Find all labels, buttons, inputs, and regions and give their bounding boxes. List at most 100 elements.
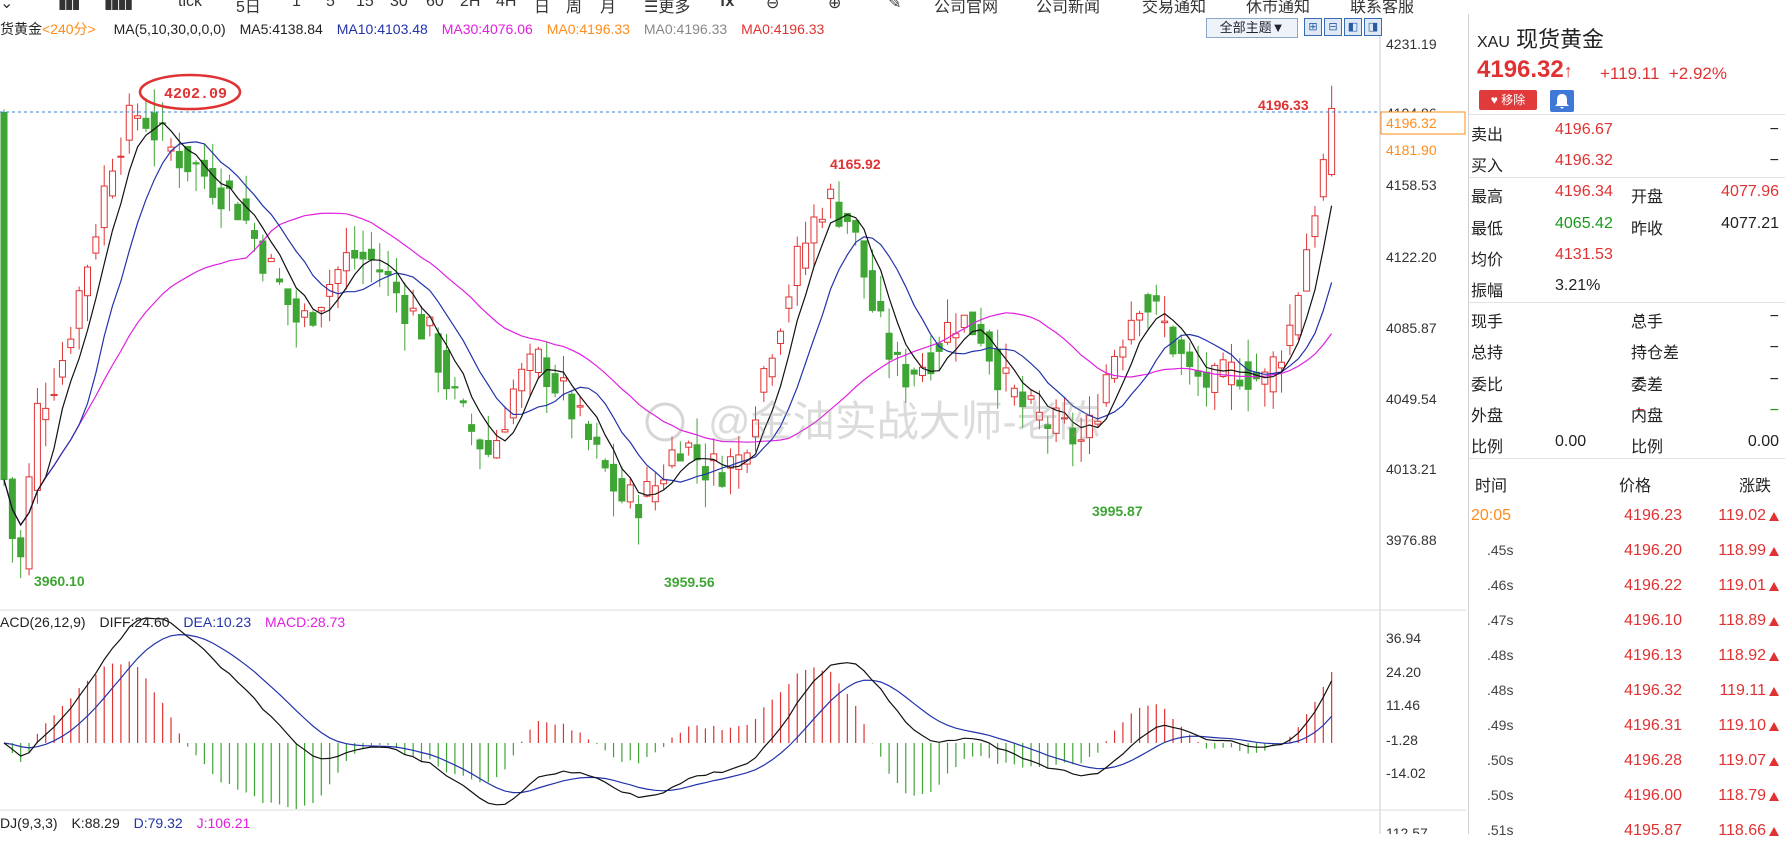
quote-row-value2: −: [1769, 121, 1779, 138]
tick-row[interactable]: 20:05 4196.23 119.02: [1469, 499, 1785, 534]
candle-body: [1278, 361, 1286, 369]
tick-row[interactable]: .46s 4196.22 119.01: [1469, 569, 1785, 604]
macd-info-bar: ACD(26,12,9) DIFF:24.60 DEA:10.23 MACD:2…: [0, 614, 355, 634]
low-left-label: 3960.10: [34, 573, 85, 589]
quote-row-label: 振幅: [1471, 283, 1504, 300]
tick-change: 119.07: [1695, 752, 1779, 770]
up-arrow-icon: [1769, 757, 1779, 766]
tick-row[interactable]: .47s 4196.10 118.89: [1469, 604, 1785, 639]
candle-body: [418, 314, 425, 340]
high-circle-label: 4202.09: [164, 86, 227, 103]
candle-body: [301, 310, 309, 318]
price-change: +119.11 +2.92%: [1600, 64, 1727, 84]
tick-col-time: 时间: [1475, 478, 1508, 495]
instrument-title: XAU 现货黄金: [1477, 22, 1604, 54]
candle-body: [777, 330, 785, 345]
candle-body: [317, 306, 325, 312]
candle-body: [1186, 351, 1194, 368]
kdj-axis-cut: 112.57: [1386, 825, 1428, 834]
tick-change-value: 118.99: [1718, 542, 1766, 559]
tick-time: .48s: [1487, 647, 1514, 663]
tick-change-value: 118.79: [1718, 787, 1766, 804]
candle-body: [392, 281, 400, 294]
tick-price: 4196.20: [1624, 542, 1682, 559]
low-mid-label: 3959.56: [664, 574, 715, 590]
candle-body: [17, 537, 25, 558]
tick-price: 4196.28: [1624, 752, 1682, 769]
kdj-label[interactable]: DJ(9,3,3): [0, 815, 58, 831]
tick-row[interactable]: .48s 4196.13 118.92: [1469, 639, 1785, 674]
tick-row[interactable]: .50s 4196.00 118.79: [1469, 779, 1785, 814]
quote-row: 最低 4065.42 昨收 4077.21: [1469, 210, 1785, 241]
candle-body: [1102, 374, 1110, 404]
candle-body: [284, 288, 292, 306]
candle-body: [576, 405, 584, 408]
quote-panel: XAU 现货黄金 4196.32↑ +119.11 +2.92% ♥ 移除 卖出…: [1468, 14, 1785, 839]
j-value: J:106.21: [196, 815, 251, 831]
tick-row[interactable]: .45s 4196.20 118.99: [1469, 534, 1785, 569]
quote-row-label: 卖出: [1471, 127, 1504, 144]
candle-body: [192, 162, 200, 165]
candle-body: [877, 300, 885, 312]
candle-body: [92, 236, 100, 254]
quote-row-label: 外盘: [1471, 407, 1504, 425]
candle-body: [910, 369, 918, 375]
candle-body: [1161, 320, 1169, 324]
change-value: +119.11: [1600, 64, 1660, 83]
macd-label[interactable]: ACD(26,12,9): [0, 614, 86, 630]
up-arrow-icon: [1769, 582, 1779, 591]
quote-row-value2: −: [1769, 370, 1779, 388]
candle-body: [434, 333, 442, 373]
candle-body: [585, 423, 592, 441]
up-arrow-icon: [1769, 547, 1779, 556]
candle-body: [292, 298, 300, 323]
candle-body: [1144, 294, 1152, 313]
tick-row[interactable]: .49s 4196.31 119.10: [1469, 709, 1785, 744]
tick-row[interactable]: .51s 4195.87 118.66: [1469, 814, 1785, 849]
dea-line: [3, 633, 1333, 794]
up-arrow-icon: [1769, 687, 1779, 696]
tick-row[interactable]: .48s 4196.32 119.11: [1469, 674, 1785, 709]
tick-col-change: 涨跌: [1739, 478, 1772, 495]
last-high-label: 4196.33: [1258, 97, 1309, 113]
candle-body: [1294, 294, 1302, 336]
quote-row-value2: −: [1769, 339, 1779, 357]
candle-body: [100, 185, 108, 229]
candle-body: [994, 348, 1002, 391]
candle-body: [860, 240, 868, 278]
macd-axis-0: 36.94: [1386, 630, 1421, 646]
candle-body: [409, 307, 417, 312]
tick-time: .48s: [1487, 682, 1514, 698]
quote-row-label2: 比例: [1631, 439, 1664, 456]
quote-row-label: 最高: [1471, 189, 1504, 207]
remove-watchlist-button[interactable]: ♥ 移除: [1479, 90, 1537, 110]
quote-row-label: 均价: [1471, 251, 1504, 269]
quote-row-value2: 4077.96: [1721, 183, 1779, 201]
candle-body: [125, 104, 133, 141]
candle-body: [58, 360, 66, 378]
candle-body: [217, 187, 225, 210]
tick-price: 4196.31: [1624, 717, 1682, 734]
alert-bell-button[interactable]: [1550, 90, 1574, 112]
price-chart[interactable]: 4202.09 4196.33 4165.92 3960.10 3959.56 …: [0, 0, 1466, 834]
quote-row-label: 总持: [1471, 345, 1504, 363]
tick-change: 118.99: [1695, 542, 1779, 560]
candle-body: [401, 294, 409, 325]
ma30-line: [3, 212, 1333, 527]
candle-body: [660, 479, 668, 485]
tick-change: 118.79: [1695, 787, 1779, 805]
tick-price: 4196.32: [1624, 682, 1682, 699]
tick-price: 4196.10: [1624, 612, 1682, 629]
candle-body: [468, 424, 476, 432]
candle-body: [1119, 346, 1127, 358]
tick-row[interactable]: .50s 4196.28 119.07: [1469, 744, 1785, 779]
quote-row: 卖出 4196.67 −: [1469, 116, 1785, 147]
tick-change-value: 119.01: [1718, 577, 1766, 594]
macd-axis-1: 24.20: [1386, 664, 1421, 680]
candle-body: [793, 245, 801, 287]
price-axis-2: 4158.53: [1386, 177, 1437, 193]
candle-body: [134, 115, 142, 119]
quote-row-value: 4196.67: [1555, 121, 1613, 138]
quote-row-label: 比例: [1471, 439, 1504, 456]
candle-body: [1328, 107, 1336, 176]
